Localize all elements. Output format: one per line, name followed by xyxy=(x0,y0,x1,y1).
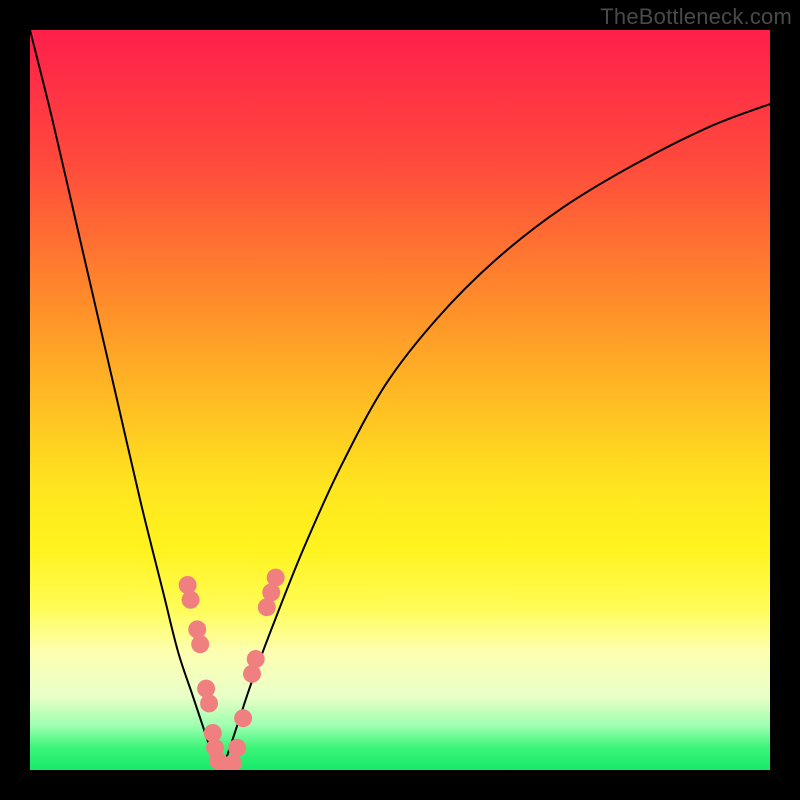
marker-dot xyxy=(197,680,215,698)
chart-frame: TheBottleneck.com xyxy=(0,0,800,800)
series-right-curve xyxy=(222,104,770,770)
marker-dot xyxy=(188,620,206,638)
chart-svg xyxy=(30,30,770,770)
marker-dot xyxy=(234,709,252,727)
marker-dot xyxy=(179,576,197,594)
plot-area xyxy=(30,30,770,770)
curve-layer xyxy=(30,30,770,770)
marker-dot xyxy=(191,635,209,653)
marker-dot xyxy=(228,739,246,757)
watermark-text: TheBottleneck.com xyxy=(600,4,792,30)
marker-dot xyxy=(182,591,200,609)
marker-dot xyxy=(200,694,218,712)
marker-dot xyxy=(267,569,285,587)
marker-dot xyxy=(247,650,265,668)
series-left-curve xyxy=(30,30,222,770)
